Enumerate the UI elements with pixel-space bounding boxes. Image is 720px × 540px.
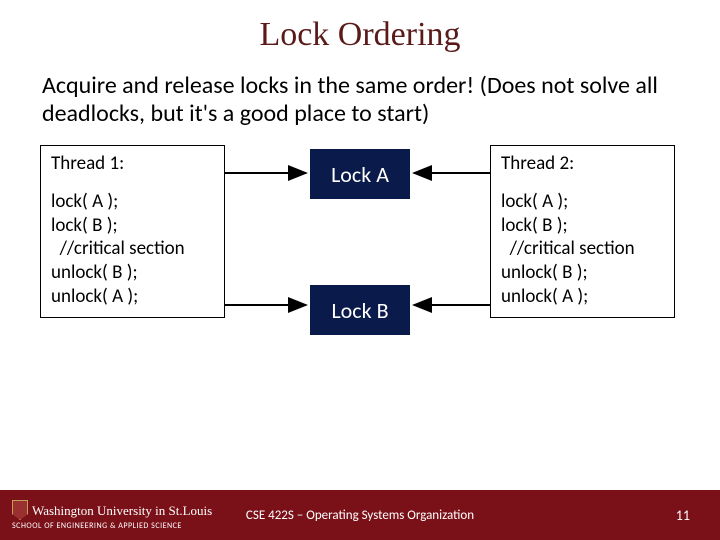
slide-title: Lock Ordering <box>0 0 720 54</box>
footer-bar: Washington University in St.Louis SCHOOL… <box>0 490 720 540</box>
institution-name: Washington University in St.Louis <box>32 504 212 517</box>
page-number: 11 <box>676 507 690 524</box>
diagram-area: Thread 1: lock( A ); lock( B ); //critic… <box>0 135 720 395</box>
university-logo: Washington University in St.Louis SCHOOL… <box>12 500 212 530</box>
arrows-svg <box>0 135 720 395</box>
school-name: SCHOOL OF ENGINEERING & APPLIED SCIENCE <box>12 522 212 530</box>
slide: Lock Ordering Acquire and release locks … <box>0 0 720 540</box>
shield-icon <box>12 500 28 520</box>
course-label: CSE 422S – Operating Systems Organizatio… <box>246 508 474 523</box>
body-text: Acquire and release locks in the same or… <box>0 54 720 127</box>
